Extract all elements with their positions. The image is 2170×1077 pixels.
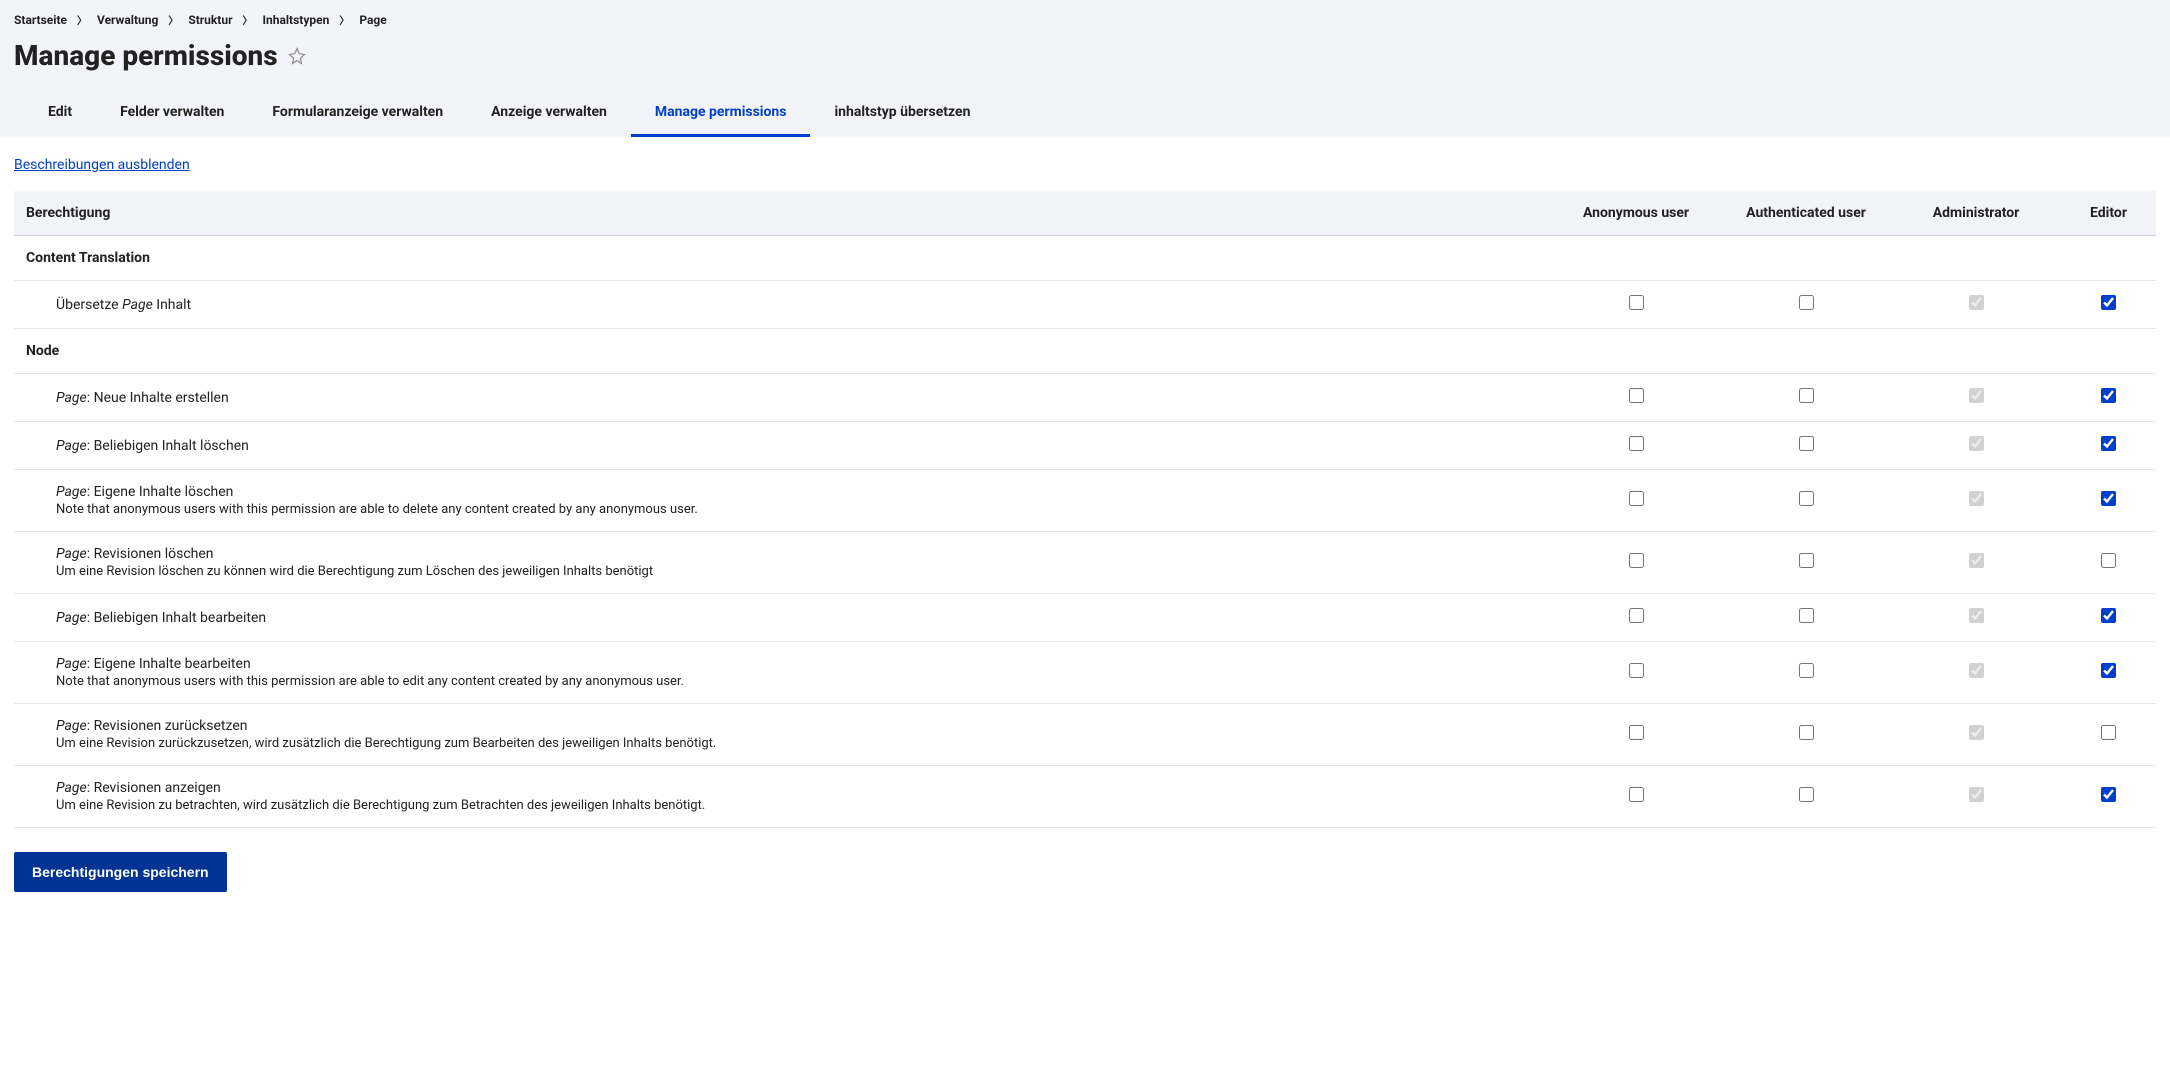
page-title: Manage permissions (14, 39, 278, 72)
permission-label: Page: Revisionen löschen (56, 546, 1539, 562)
permission-checkbox[interactable] (1629, 295, 1644, 310)
table-row: Page: Neue Inhalte erstellen (14, 374, 2156, 422)
permission-description: Note that anonymous users with this perm… (56, 502, 1539, 517)
permission-label: Page: Eigene Inhalte bearbeiten (56, 656, 1539, 672)
breadcrumb-item[interactable]: Struktur (188, 13, 232, 27)
tab[interactable]: Formularanzeige verwalten (248, 90, 467, 137)
chevron-right-icon: 〉 (168, 12, 178, 27)
permission-cell: Page: Beliebigen Inhalt löschen (14, 422, 1551, 470)
permission-checkbox[interactable] (1629, 388, 1644, 403)
permission-section: Node (14, 329, 2156, 374)
table-row: Page: Eigene Inhalte löschen Note that an… (14, 470, 2156, 532)
permission-checkbox[interactable] (1799, 663, 1814, 678)
permission-checkbox[interactable] (1799, 787, 1814, 802)
chevron-right-icon: 〉 (242, 12, 252, 27)
col-permission: Berechtigung (14, 191, 1551, 236)
permission-checkbox[interactable] (1629, 608, 1644, 623)
permission-checkbox (1969, 725, 1984, 740)
tab[interactable]: Anzeige verwalten (467, 90, 631, 137)
permission-checkbox[interactable] (2101, 787, 2116, 802)
permission-label: Page: Beliebigen Inhalt löschen (56, 438, 1539, 454)
permission-cell: Page: Neue Inhalte erstellen (14, 374, 1551, 422)
breadcrumb-item[interactable]: Startseite (14, 13, 67, 27)
table-row: Page: Revisionen löschen Um eine Revision… (14, 532, 2156, 594)
permission-checkbox[interactable] (1799, 725, 1814, 740)
permission-checkbox[interactable] (2101, 663, 2116, 678)
permission-label: Page: Neue Inhalte erstellen (56, 390, 1539, 406)
breadcrumb-item[interactable]: Verwaltung (97, 13, 158, 27)
tab[interactable]: inhaltstyp übersetzen (810, 90, 994, 137)
permission-label: Übersetze Page Inhalt (56, 297, 1539, 313)
permission-checkbox[interactable] (2101, 295, 2116, 310)
permission-checkbox (1969, 553, 1984, 568)
permission-cell: Page: Eigene Inhalte bearbeiten Note that… (14, 642, 1551, 704)
tabs: EditFelder verwaltenFormularanzeige verw… (24, 90, 2156, 137)
col-role: Anonymous user (1551, 191, 1721, 236)
tab[interactable]: Manage permissions (631, 90, 811, 137)
permission-description: Note that anonymous users with this perm… (56, 674, 1539, 689)
permission-label: Page: Revisionen anzeigen (56, 780, 1539, 796)
permission-checkbox[interactable] (1629, 436, 1644, 451)
permission-checkbox (1969, 295, 1984, 310)
permission-checkbox[interactable] (1629, 491, 1644, 506)
permission-checkbox (1969, 608, 1984, 623)
permission-checkbox[interactable] (2101, 608, 2116, 623)
table-row: Page: Beliebigen Inhalt löschen (14, 422, 2156, 470)
permission-checkbox[interactable] (1629, 787, 1644, 802)
permission-label: Page: Eigene Inhalte löschen (56, 484, 1539, 500)
permission-checkbox[interactable] (1799, 436, 1814, 451)
permission-cell: Page: Beliebigen Inhalt bearbeiten (14, 594, 1551, 642)
permission-cell: Übersetze Page Inhalt (14, 281, 1551, 329)
permission-cell: Page: Eigene Inhalte löschen Note that an… (14, 470, 1551, 532)
permission-checkbox[interactable] (2101, 436, 2116, 451)
permission-checkbox (1969, 491, 1984, 506)
permission-checkbox[interactable] (1799, 295, 1814, 310)
col-role: Editor (2061, 191, 2156, 236)
permission-description: Um eine Revision löschen zu können wird … (56, 564, 1539, 579)
table-row: Übersetze Page Inhalt (14, 281, 2156, 329)
permission-section: Content Translation (14, 236, 2156, 281)
permission-checkbox[interactable] (2101, 491, 2116, 506)
table-row: Page: Revisionen anzeigen Um eine Revisio… (14, 766, 2156, 828)
permission-label: Page: Revisionen zurücksetzen (56, 718, 1539, 734)
permission-checkbox (1969, 436, 1984, 451)
permission-checkbox[interactable] (1629, 725, 1644, 740)
hide-descriptions-link[interactable]: Beschreibungen ausblenden (14, 157, 190, 173)
col-role: Administrator (1891, 191, 2061, 236)
breadcrumb-item[interactable]: Page (359, 13, 386, 27)
chevron-right-icon: 〉 (339, 12, 349, 27)
permission-checkbox[interactable] (1629, 553, 1644, 568)
permission-cell: Page: Revisionen anzeigen Um eine Revisio… (14, 766, 1551, 828)
col-role: Authenticated user (1721, 191, 1891, 236)
permission-checkbox (1969, 787, 1984, 802)
save-permissions-button[interactable]: Berechtigungen speichern (14, 852, 227, 892)
permission-label: Page: Beliebigen Inhalt bearbeiten (56, 610, 1539, 626)
permission-checkbox[interactable] (2101, 553, 2116, 568)
permission-cell: Page: Revisionen zurücksetzen Um eine Rev… (14, 704, 1551, 766)
permissions-table: BerechtigungAnonymous userAuthenticated … (14, 191, 2156, 828)
permission-description: Um eine Revision zu betrachten, wird zus… (56, 798, 1539, 813)
chevron-right-icon: 〉 (77, 12, 87, 27)
permission-checkbox[interactable] (1799, 553, 1814, 568)
permission-checkbox[interactable] (1799, 491, 1814, 506)
permission-checkbox (1969, 663, 1984, 678)
tab[interactable]: Felder verwalten (96, 90, 248, 137)
table-row: Page: Revisionen zurücksetzen Um eine Rev… (14, 704, 2156, 766)
breadcrumb: Startseite 〉 Verwaltung 〉 Struktur 〉 Inhaltsty… (14, 8, 2156, 35)
star-icon[interactable] (288, 47, 306, 65)
permission-description: Um eine Revision zurückzusetzen, wird zu… (56, 736, 1539, 751)
permission-checkbox[interactable] (1629, 663, 1644, 678)
permission-checkbox[interactable] (1799, 608, 1814, 623)
permission-checkbox[interactable] (2101, 725, 2116, 740)
permission-checkbox (1969, 388, 1984, 403)
breadcrumb-item[interactable]: Inhaltstypen (262, 13, 329, 27)
permission-checkbox[interactable] (1799, 388, 1814, 403)
permission-cell: Page: Revisionen löschen Um eine Revision… (14, 532, 1551, 594)
permission-checkbox[interactable] (2101, 388, 2116, 403)
table-row: Page: Eigene Inhalte bearbeiten Note that… (14, 642, 2156, 704)
tab[interactable]: Edit (24, 90, 96, 137)
table-row: Page: Beliebigen Inhalt bearbeiten (14, 594, 2156, 642)
